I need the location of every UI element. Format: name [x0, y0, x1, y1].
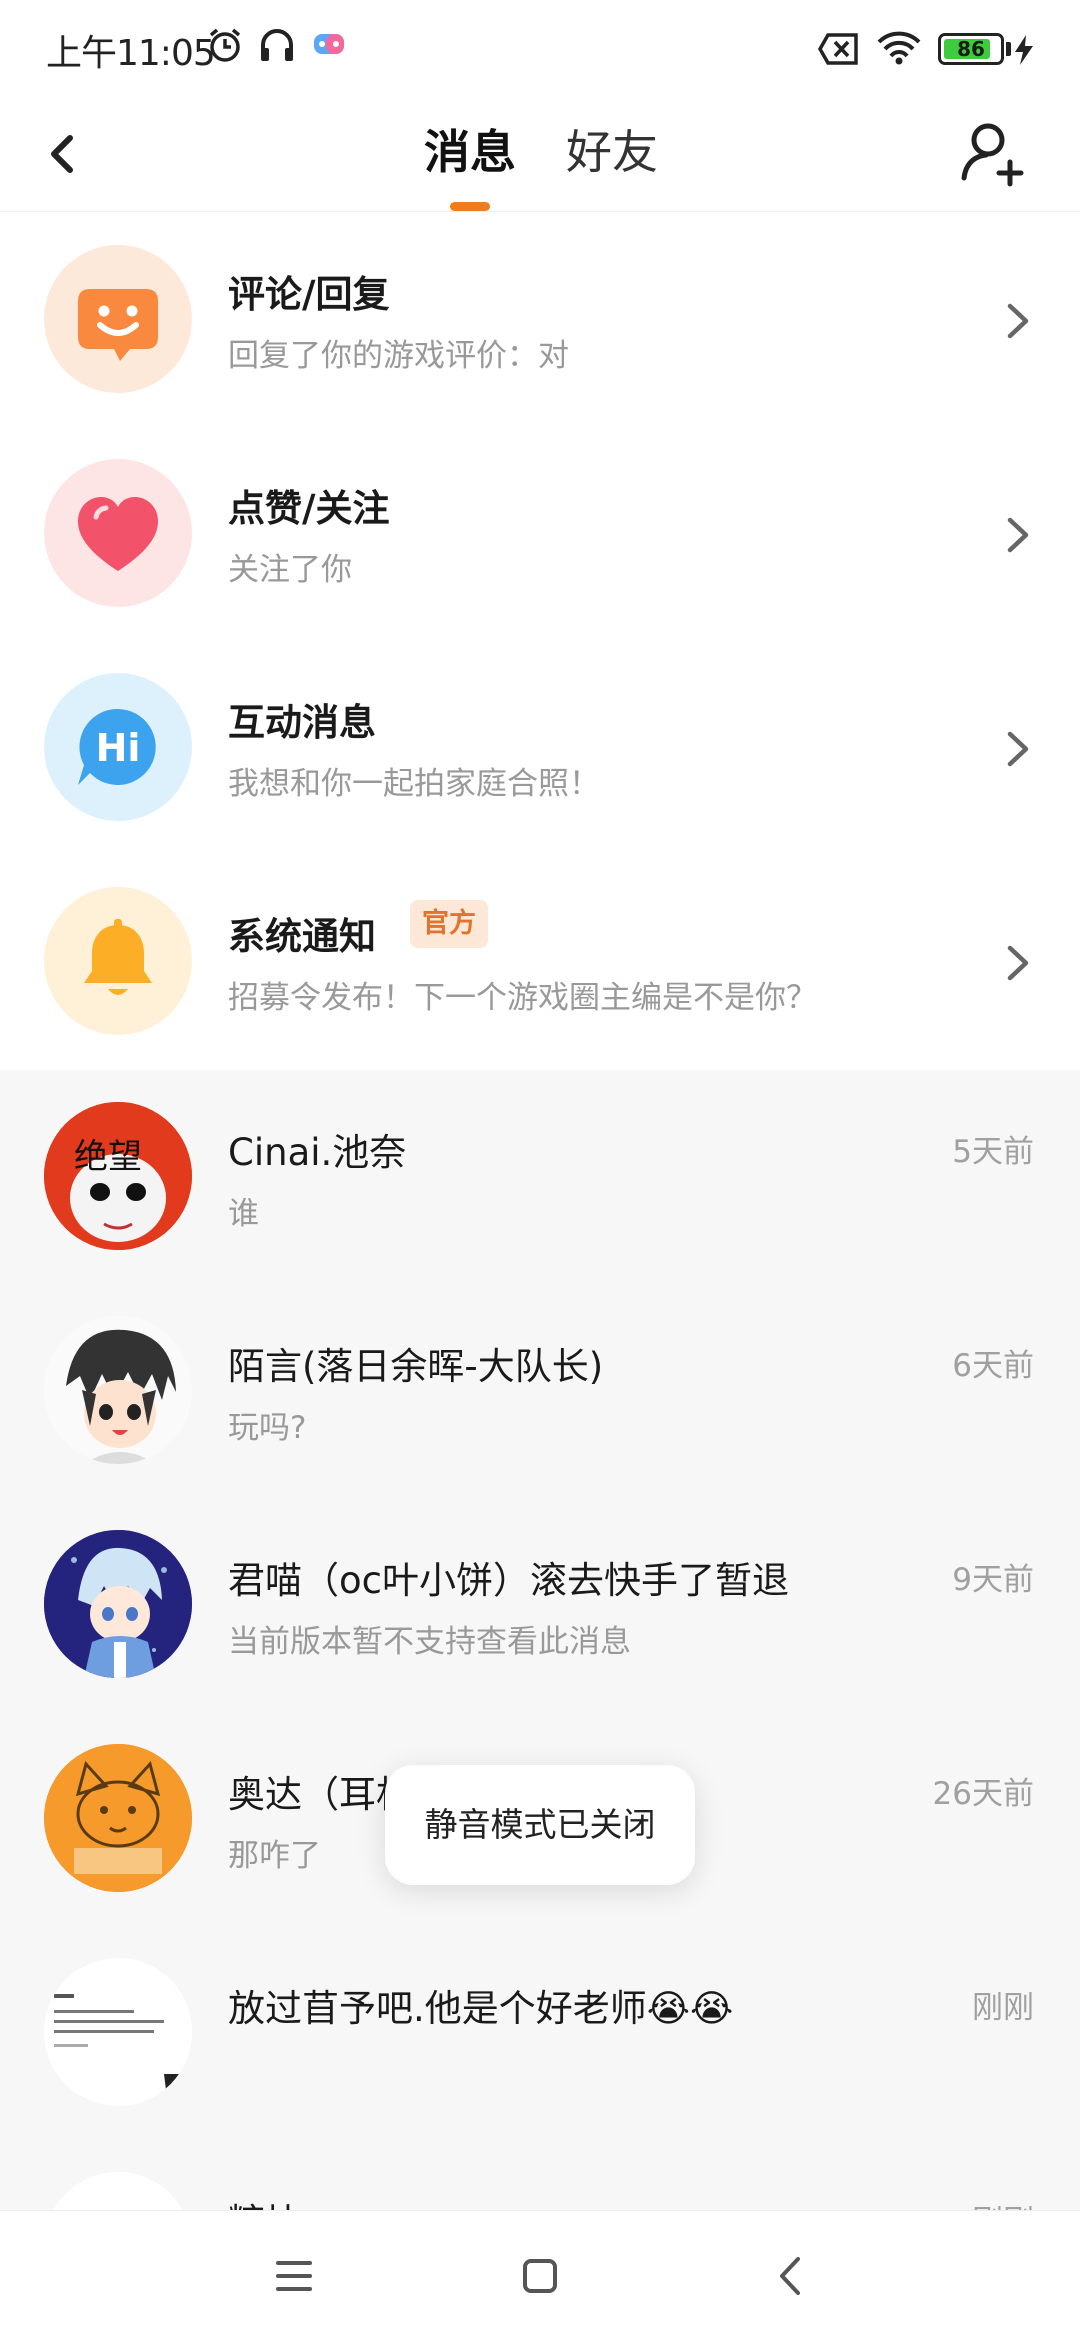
back-nav-button[interactable]	[752, 2241, 832, 2311]
battery-cap	[1006, 42, 1011, 56]
system-category-icon	[44, 887, 192, 1035]
chevron-right-icon	[1007, 303, 1029, 339]
menu-icon	[276, 2261, 312, 2291]
avatar	[44, 1316, 192, 1464]
avatar-text: 绝望	[74, 1137, 142, 1177]
category-system-notice[interactable]: 系统通知 官方 招募令发布！下一个游戏圈主编是不是你？	[0, 854, 1080, 1068]
official-badge: 官方	[410, 900, 488, 948]
sender-name: Cinai.池奈	[228, 1131, 407, 1174]
interaction-category-icon: Hi	[44, 673, 192, 821]
category-title: 评论/回复	[228, 273, 390, 316]
avatar-image	[44, 1530, 192, 1678]
top-bar: 消息 好友	[0, 96, 1080, 212]
sender-name: 陌言(落日余晖-大队长)	[228, 1345, 604, 1388]
system-nav-bar	[0, 2210, 1080, 2340]
heart-icon	[78, 497, 158, 571]
message-preview: 玩吗?	[228, 1410, 307, 1446]
category-title: 互动消息	[228, 701, 376, 744]
message-row[interactable]: 绝望 Cinai.池奈 谁 5天前	[0, 1070, 1080, 1284]
message-row[interactable]: 君喵（oc叶小饼）滚去快手了暂退 当前版本暂不支持查看此消息 9天前	[0, 1498, 1080, 1712]
message-time: 刚刚	[972, 1990, 1034, 2026]
message-time: 5天前	[952, 1134, 1034, 1170]
likes-category-icon	[44, 459, 192, 607]
category-interactions[interactable]: Hi 互动消息 我想和你一起拍家庭合照！	[0, 640, 1080, 854]
back-nav-icon	[780, 2257, 800, 2295]
message-preview: 那咋了	[228, 1838, 321, 1874]
sender-name: 放过苜予吧.他是个好老师😭😭	[228, 1987, 734, 2030]
back-arrow-icon	[51, 135, 73, 173]
menu-button[interactable]	[254, 2241, 334, 2311]
wifi-icon	[877, 31, 921, 65]
message-row[interactable]: 放过苜予吧.他是个好老师😭😭 刚刚	[0, 1926, 1080, 2140]
category-subtitle: 回复了你的游戏评价：对	[228, 338, 569, 374]
chevron-right-icon	[1007, 517, 1029, 553]
avatar-image	[44, 1316, 192, 1464]
category-title: 系统通知	[228, 915, 376, 958]
tab-indicator	[450, 202, 490, 211]
headphones-icon	[261, 29, 293, 61]
charging-icon	[1015, 35, 1033, 65]
category-likes[interactable]: 点赞/关注 关注了你	[0, 426, 1080, 640]
avatar-image: 绝望	[44, 1102, 192, 1250]
avatar	[44, 1744, 192, 1892]
avatar: 绝望	[44, 1102, 192, 1250]
no-sim-icon	[818, 33, 858, 65]
bell-icon	[84, 919, 152, 995]
home-button[interactable]	[500, 2241, 580, 2311]
comment-category-icon	[44, 245, 192, 393]
message-list: 绝望 Cinai.池奈 谁 5天前 陌言(落日余晖-大队长) 玩吗? 6天前 君…	[0, 1070, 1080, 2320]
avatar	[44, 1530, 192, 1678]
message-time: 6天前	[952, 1348, 1034, 1384]
category-subtitle: 关注了你	[228, 552, 352, 588]
battery-indicator: 86	[938, 33, 1004, 65]
category-comments[interactable]: 评论/回复 回复了你的游戏评价：对	[0, 212, 1080, 426]
avatar-image	[44, 1744, 192, 1892]
screen: 上午11:05 86 消息 好友 评论/回复 回复了你的游戏评价：对 点赞/关注…	[0, 0, 1080, 2340]
category-title: 点赞/关注	[228, 487, 390, 530]
hi-bubble-icon: Hi	[78, 708, 156, 785]
game-app-icon	[314, 34, 344, 54]
alarm-icon	[209, 28, 241, 62]
message-time: 9天前	[952, 1562, 1034, 1598]
back-button[interactable]	[36, 114, 116, 194]
category-subtitle: 招募令发布！下一个游戏圈主编是不是你？	[228, 980, 817, 1016]
svg-text:Hi: Hi	[96, 726, 141, 770]
toast-notification: 静音模式已关闭	[385, 1765, 695, 1885]
tab-friends[interactable]: 好友	[566, 112, 658, 192]
message-row[interactable]: 陌言(落日余晖-大队长) 玩吗? 6天前	[0, 1284, 1080, 1498]
battery-level: 86	[957, 37, 985, 61]
tab-messages[interactable]: 消息	[424, 112, 516, 192]
status-time: 上午11:05	[46, 33, 216, 74]
message-time: 26天前	[932, 1776, 1034, 1812]
chevron-right-icon	[1007, 731, 1029, 767]
avatar	[44, 1958, 192, 2106]
status-bar: 上午11:05 86	[0, 0, 1080, 96]
message-preview: 谁	[228, 1196, 259, 1232]
message-preview: 当前版本暂不支持查看此消息	[228, 1624, 631, 1660]
home-icon	[523, 2259, 557, 2293]
smile-chat-icon	[78, 289, 158, 361]
add-user-icon	[961, 123, 1024, 187]
category-subtitle: 我想和你一起拍家庭合照！	[228, 766, 600, 802]
avatar-image	[44, 1958, 192, 2106]
add-friend-button[interactable]	[952, 110, 1036, 194]
sender-name: 君喵（oc叶小饼）滚去快手了暂退	[228, 1559, 789, 1602]
chevron-right-icon	[1007, 945, 1029, 981]
